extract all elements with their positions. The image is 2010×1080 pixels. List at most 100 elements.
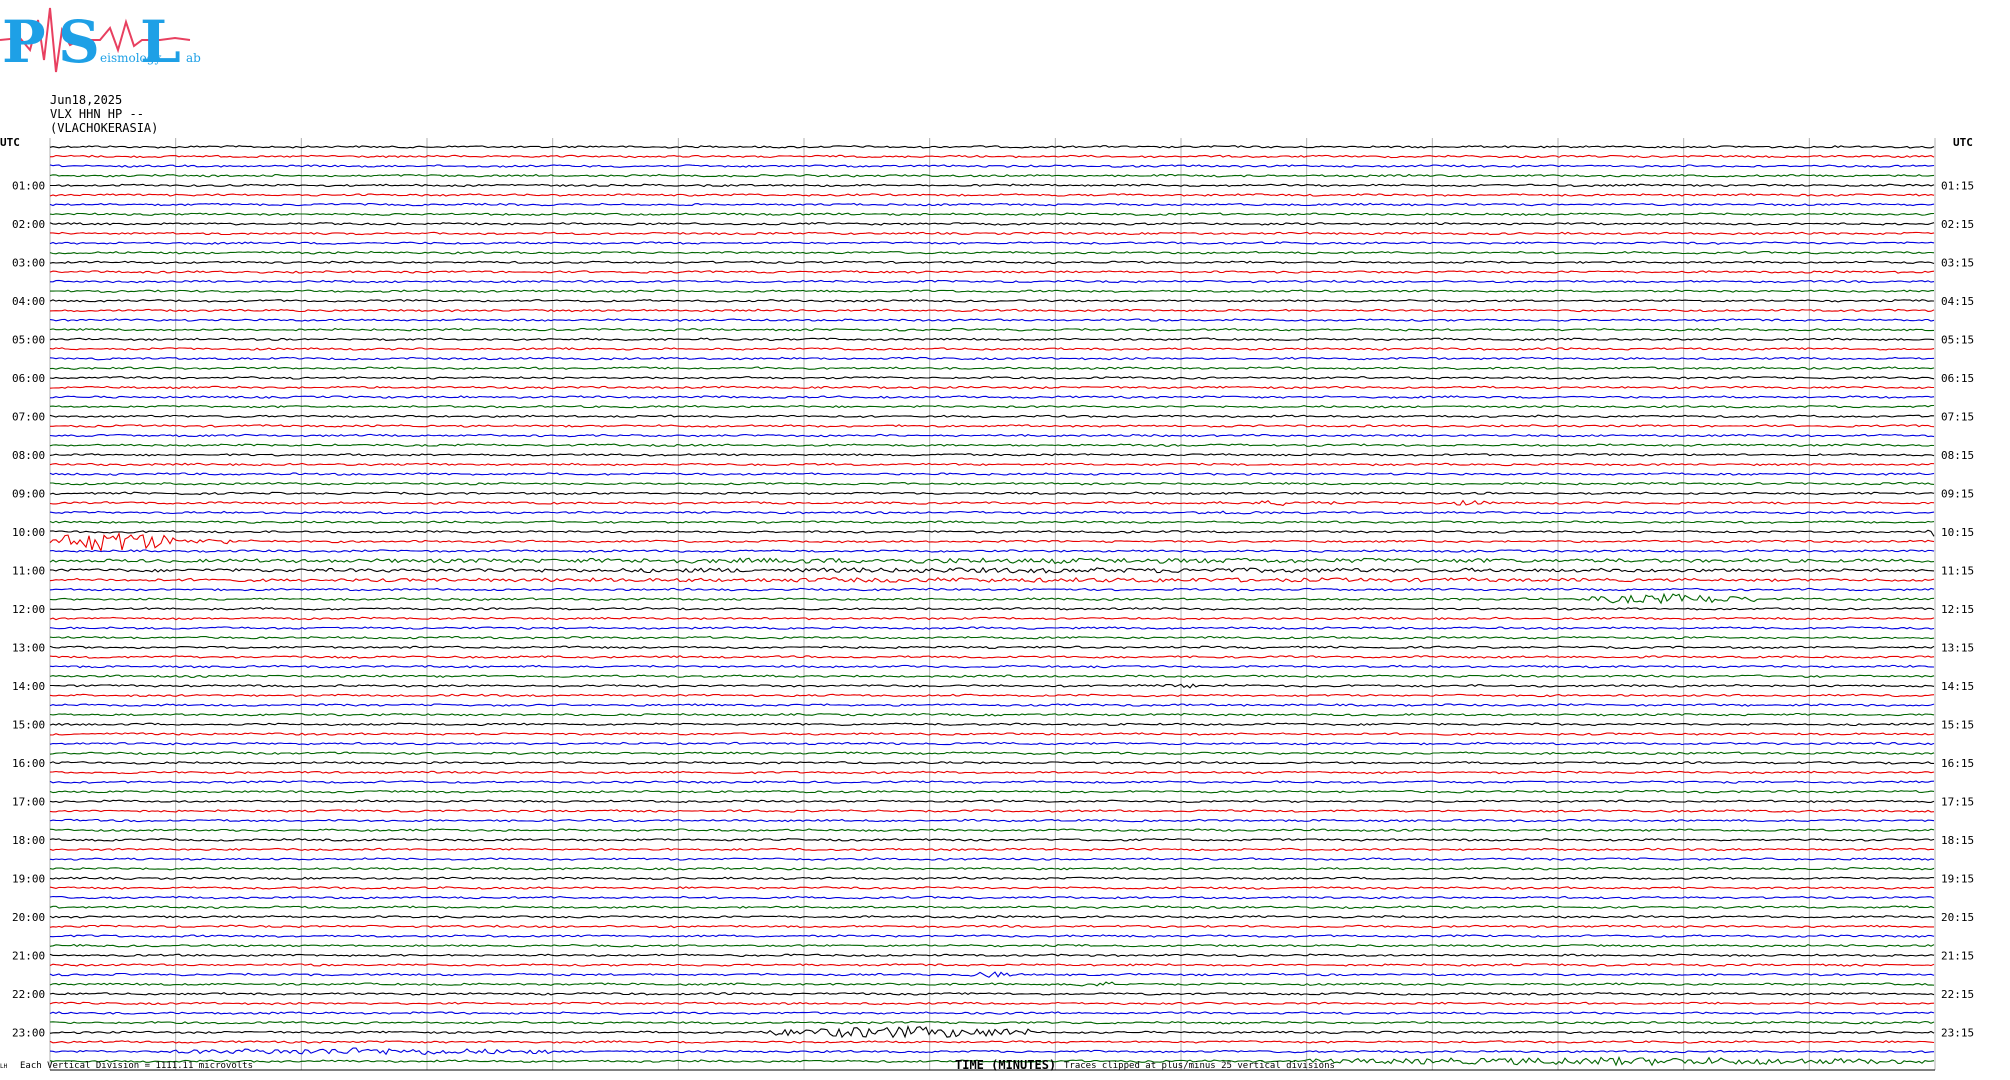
trace-line [49,934,1935,938]
trace-line [49,337,1935,342]
utc-label-left: UTC [0,136,20,149]
trace-line [49,327,1935,332]
utc-label-right: UTC [1953,136,1973,149]
trace-line [49,866,1935,871]
hour-label-right: 19:15 [1941,872,1974,885]
hour-label-left: 18:00 [12,834,45,847]
trace-line [49,635,1935,640]
hour-label-left: 12:00 [12,603,45,616]
trace-line [49,566,1935,574]
trace-line [49,886,1935,890]
trace-line [49,789,1935,794]
trace-line [49,693,1935,698]
trace-line [49,712,1935,717]
hour-label-left: 06:00 [12,372,45,385]
trace-line [49,751,1935,755]
hour-label-right: 16:15 [1941,757,1974,770]
trace-line [49,499,1935,507]
trace-line [49,395,1935,399]
trace-line [49,953,1935,958]
hour-label-right: 09:15 [1941,487,1974,500]
trace-line [49,592,1935,605]
trace-line [49,241,1935,245]
trace-line [49,510,1935,515]
trace-line [49,626,1935,630]
trace-line [49,164,1935,168]
trace-line [49,385,1935,390]
trace-line [49,905,1935,909]
trace-line [49,576,1935,583]
trace-line [49,472,1935,476]
trace-line [49,722,1935,727]
trace-line [49,971,1935,978]
hour-label-left: 13:00 [12,641,45,654]
trace-line [49,453,1935,457]
hour-label-right: 05:15 [1941,333,1974,346]
trace-line [49,260,1935,265]
trace-line [49,876,1935,881]
trace-line [49,770,1935,775]
hour-label-left: 23:00 [12,1026,45,1039]
hour-label-right: 14:15 [1941,680,1974,693]
trace-line [49,212,1935,217]
trace-line [49,308,1935,313]
trace-line [49,963,1935,967]
trace-line [49,202,1935,207]
trace-line [49,655,1935,659]
trace-line [49,1024,1935,1039]
trace-line [49,847,1935,852]
trace-line [49,828,1935,833]
trace-line [49,433,1935,438]
trace-line [49,703,1935,707]
hour-label-right: 22:15 [1941,988,1974,1001]
trace-line [49,443,1935,447]
trace-line [49,356,1935,361]
trace-line [50,683,1935,689]
trace-line [49,761,1934,765]
trace-line [49,531,1935,553]
hour-label-left: 05:00 [12,333,45,346]
trace-line [49,799,1935,804]
trace-line [49,404,1935,409]
hour-label-left: 22:00 [12,988,45,1001]
trace-line [49,557,1935,565]
trace-line [50,289,1935,293]
trace-line [49,270,1935,274]
hour-label-left: 03:00 [12,256,45,269]
trace-line [49,607,1935,611]
hour-label-left: 19:00 [12,872,45,885]
trace-line [50,481,1935,486]
hour-label-right: 04:15 [1941,295,1974,308]
trace-line [49,193,1935,197]
hour-label-left: 16:00 [12,757,45,770]
trace-line [50,279,1935,284]
hour-label-left: 04:00 [12,295,45,308]
trace-line [49,491,1935,496]
trace-line [49,943,1935,948]
trace-line [49,818,1935,823]
trace-line [49,616,1935,621]
hour-label-right: 02:15 [1941,218,1974,231]
hour-label-left: 10:00 [12,526,45,539]
hour-label-right: 20:15 [1941,911,1974,924]
trace-line [49,981,1935,987]
footer-division-note: Each Vertical Division = 1111.11 microvo… [20,1061,253,1071]
footer-clip-note: Traces clipped at plus/minus 25 vertical… [1064,1061,1335,1071]
trace-line [49,1040,1935,1044]
hour-label-right: 13:15 [1941,641,1974,654]
trace-line [49,298,1935,303]
hour-label-right: 23:15 [1941,1026,1974,1039]
hour-label-right: 21:15 [1941,949,1974,962]
trace-line [49,857,1935,861]
trace-line [49,549,1935,553]
trace-line [49,366,1935,370]
trace-line [50,183,1935,188]
trace-line [49,145,1935,149]
trace-line [49,318,1935,322]
hour-label-left: 15:00 [12,718,45,731]
trace-line [49,1001,1935,1006]
hour-label-right: 12:15 [1941,603,1974,616]
hour-label-left: 08:00 [12,449,45,462]
trace-line [49,587,1935,592]
hour-label-left: 17:00 [12,795,45,808]
